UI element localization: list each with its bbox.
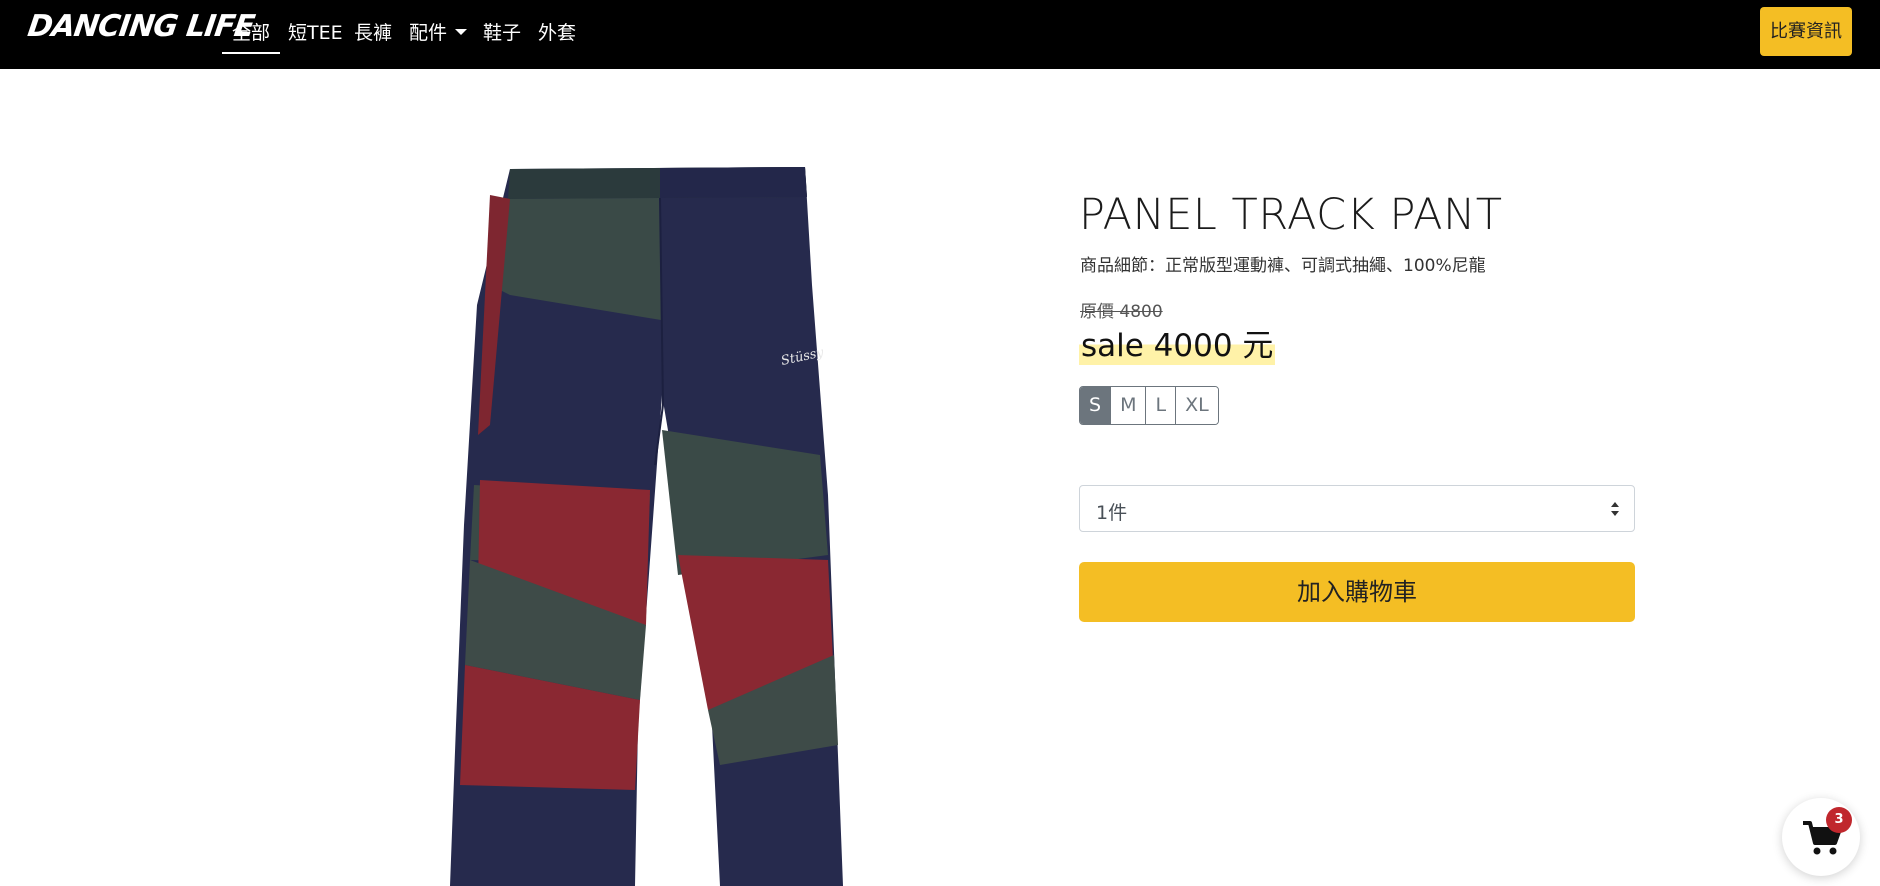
nav-item-pants[interactable]: 長褲 [354,18,392,45]
quantity-select[interactable]: 1件 [1079,485,1635,532]
nav-item-accessories-label: 配件 [409,22,448,44]
size-option-m[interactable]: M [1111,387,1147,424]
nav-item-all[interactable]: 全部 [221,18,281,54]
product-image: Stüssy [450,167,843,886]
contest-info-button[interactable]: 比賽資訊 [1760,7,1852,56]
add-to-cart-button[interactable]: 加入購物車 [1079,562,1635,622]
chevron-down-icon [455,28,468,35]
original-price: 原價 4800 [1080,302,1163,322]
size-option-xl[interactable]: XL [1176,387,1218,424]
size-option-s[interactable]: S [1080,387,1112,424]
quantity-value: 1件 [1096,502,1128,524]
nav-item-tee[interactable]: 短TEE [288,18,343,45]
floating-cart-button[interactable]: 3 [1782,798,1860,876]
brand-logo[interactable]: DANCING LIFE [26,9,257,44]
nav-item-jackets[interactable]: 外套 [538,18,576,45]
product-title: PANEL TRACK PANT [1079,190,1503,240]
sale-price: sale 4000 元 [1079,320,1276,365]
top-navbar: DANCING LIFE 全部 短TEE 長褲 配件 鞋子 外套 比賽資訊 [0,0,1880,69]
size-selector: S M L XL [1079,386,1219,425]
select-arrows-icon [1611,502,1619,516]
cart-count-badge: 3 [1826,807,1852,833]
product-details: 商品細節：正常版型運動褲、可調式抽繩、100%尼龍 [1080,256,1486,276]
nav-item-shoes[interactable]: 鞋子 [483,18,521,45]
nav-item-accessories[interactable]: 配件 [409,18,468,45]
size-option-l[interactable]: L [1146,387,1177,424]
